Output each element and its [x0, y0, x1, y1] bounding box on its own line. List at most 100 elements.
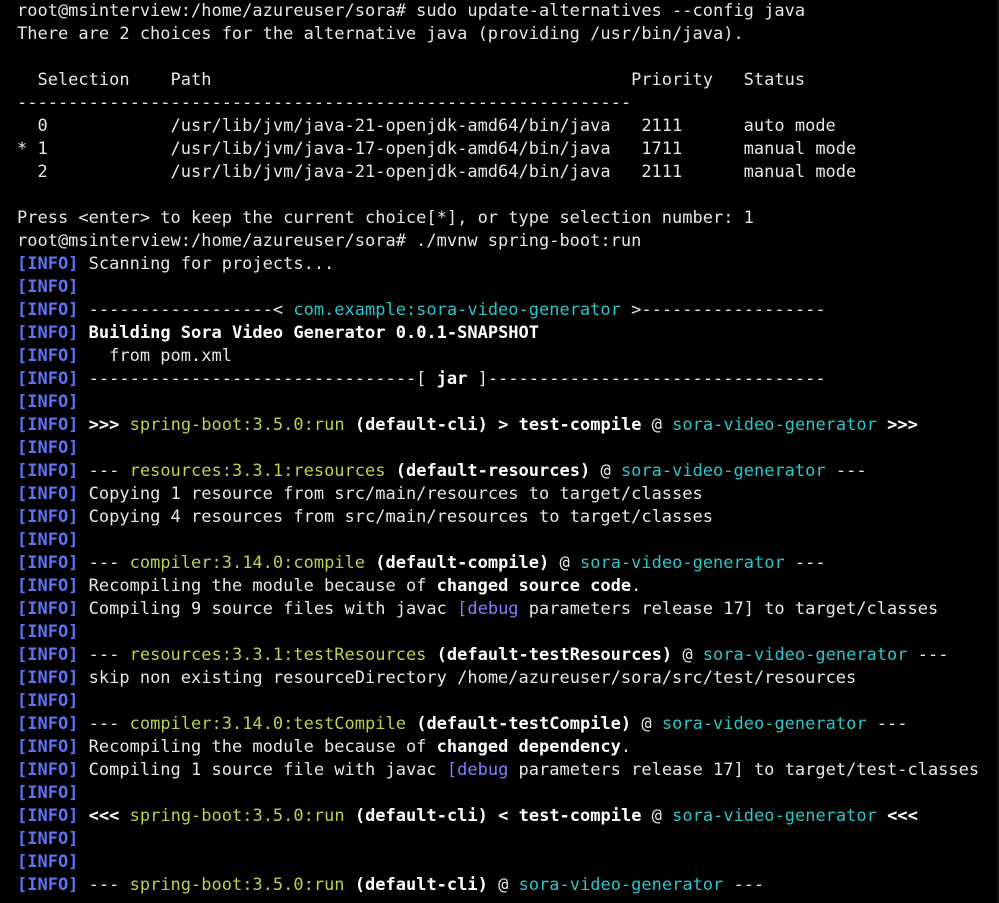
terminal-line: [INFO] <<< spring-boot:3.5.0:run (defaul…	[17, 805, 999, 828]
terminal-line: Press <enter> to keep the current choice…	[17, 207, 999, 230]
info-tag: [INFO]	[17, 852, 79, 872]
bold-text: changed source code	[436, 576, 632, 596]
bold-text: jar	[436, 369, 468, 389]
bold-text: <<<	[887, 806, 918, 826]
info-tag: [INFO]	[17, 346, 79, 366]
terminal-line: [INFO]	[17, 391, 999, 414]
terminal-line: [INFO]	[17, 851, 999, 874]
artifact-name: sora-video-generator	[579, 553, 785, 573]
plugin-goal: resources:3.3.1:resources	[129, 461, 386, 481]
info-tag: [INFO]	[17, 369, 79, 389]
output-text: parameters release 17] to target/test-cl…	[508, 760, 980, 780]
info-tag: [INFO]	[17, 438, 79, 458]
output-text: root@msinterview:/home/azureuser/sora# s…	[17, 1, 806, 21]
output-text: Press <enter> to keep the current choice…	[17, 208, 754, 228]
artifact-name: sora-video-generator	[672, 806, 877, 826]
debug-flag: [debug	[457, 599, 519, 619]
plugin-goal: compiler:3.14.0:compile	[129, 553, 366, 573]
output-text: ]---------------------------------	[467, 369, 826, 389]
terminal-window[interactable]: root@msinterview:/home/azureuser/sora# s…	[0, 0, 999, 903]
terminal-line: [INFO]	[17, 828, 999, 851]
terminal-line: [INFO] --- resources:3.3.1:testResources…	[17, 644, 999, 667]
output-text: Recompiling the module because of	[78, 576, 437, 596]
terminal-line: [INFO] Copying 4 resources from src/main…	[17, 506, 999, 529]
terminal-line: root@msinterview:/home/azureuser/sora# s…	[17, 0, 999, 23]
terminal-line: [INFO]	[17, 690, 999, 713]
output-text: Copying 1 resource from src/main/resourc…	[78, 484, 703, 504]
terminal-line: [INFO] Compiling 1 source file with java…	[17, 759, 999, 782]
info-tag: [INFO]	[17, 691, 79, 711]
info-tag: [INFO]	[17, 484, 79, 504]
terminal-line: [INFO] >>> spring-boot:3.5.0:run (defaul…	[17, 414, 999, 437]
terminal-line: [INFO] Recompiling the module because of…	[17, 575, 999, 598]
output-text: ---	[78, 875, 130, 895]
info-tag: [INFO]	[17, 760, 79, 780]
terminal-line: [INFO] skip non existing resourceDirecto…	[17, 667, 999, 690]
artifact-name: com.example:sora-video-generator	[293, 300, 621, 320]
output-text: @	[631, 714, 662, 734]
output-text: .	[620, 737, 632, 757]
info-tag: [INFO]	[17, 553, 79, 573]
terminal-line: [INFO]	[17, 782, 999, 805]
artifact-name: sora-video-generator	[620, 461, 826, 481]
info-tag: [INFO]	[17, 806, 79, 826]
bold-text: Building Sora Video Generator 0.0.1-SNAP…	[88, 323, 540, 343]
terminal-line: [INFO] Copying 1 resource from src/main/…	[17, 483, 999, 506]
terminal-line: [INFO]	[17, 276, 999, 299]
output-text: ---	[78, 553, 130, 573]
bold-text: (default-resources)	[395, 461, 591, 481]
output-text: parameters release 17] to target/classes	[518, 599, 939, 619]
bold-text: > test-compile	[498, 415, 642, 435]
output-text: @	[672, 645, 703, 665]
output-text: ----------------------------------------…	[17, 93, 632, 113]
terminal-line: [INFO] --- compiler:3.14.0:testCompile (…	[17, 713, 999, 736]
bold-text: (default-cli)	[354, 875, 488, 895]
info-tag: [INFO]	[17, 392, 79, 412]
info-tag: [INFO]	[17, 576, 79, 596]
info-tag: [INFO]	[17, 507, 79, 527]
output-text: There are 2 choices for the alternative …	[17, 24, 744, 44]
output-text: ---	[866, 714, 908, 734]
info-tag: [INFO]	[17, 645, 79, 665]
output-text: root@msinterview:/home/azureuser/sora# .…	[17, 231, 642, 251]
output-text: * 1 /usr/lib/jvm/java-17-openjdk-amd64/b…	[17, 139, 857, 159]
info-tag: [INFO]	[17, 714, 79, 734]
bold-text: < test-compile	[498, 806, 642, 826]
debug-flag: [debug	[446, 760, 509, 780]
info-tag: [INFO]	[17, 277, 79, 297]
terminal-line: 0 /usr/lib/jvm/java-21-openjdk-amd64/bin…	[17, 115, 999, 138]
output-text: ---	[784, 553, 826, 573]
output-text: ---	[907, 645, 949, 665]
output-text: @	[590, 461, 621, 481]
info-tag: [INFO]	[17, 530, 79, 550]
bold-text: (default-cli)	[354, 415, 488, 435]
plugin-goal: spring-boot:3.5.0:run	[129, 415, 345, 435]
artifact-name: sora-video-generator	[672, 415, 877, 435]
output-text: ---	[723, 875, 765, 895]
output-text: ------------------<	[78, 300, 294, 320]
info-tag: [INFO]	[17, 254, 79, 274]
terminal-line: [INFO] --- spring-boot:3.5.0:run (defaul…	[17, 874, 999, 897]
bold-text: (default-cli)	[354, 806, 488, 826]
output-text: Compiling 9 source files with javac	[78, 599, 458, 619]
bold-text: (default-testCompile)	[416, 714, 632, 734]
output-text: @	[641, 415, 673, 435]
info-tag: [INFO]	[17, 829, 79, 849]
bold-text: >>>	[887, 415, 918, 435]
terminal-line: [INFO]	[17, 529, 999, 552]
terminal-line: ----------------------------------------…	[17, 92, 999, 115]
output-text: ---	[78, 461, 130, 481]
info-tag: [INFO]	[17, 300, 79, 320]
